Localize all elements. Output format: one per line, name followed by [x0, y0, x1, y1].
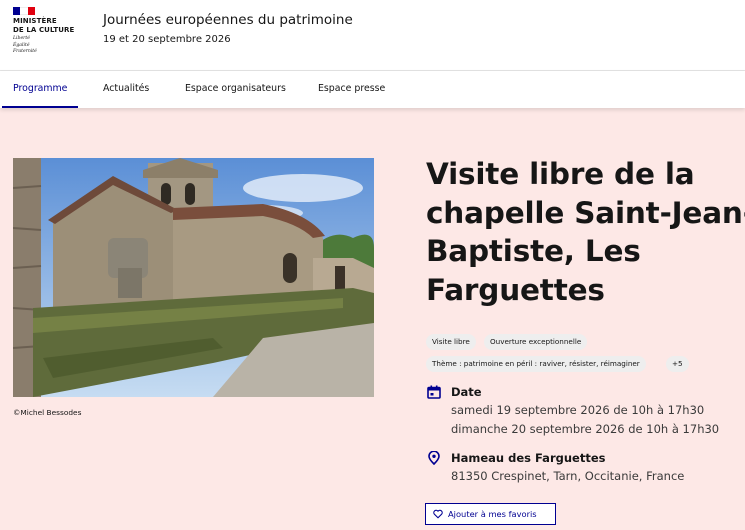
motto-line-3: Fraternité	[13, 49, 37, 54]
event-photo	[13, 158, 374, 397]
logo-line-2: DE LA CULTURE	[13, 26, 75, 34]
motto-line-1: Liberté	[13, 36, 30, 41]
site-header: MINISTÈRE DE LA CULTURE Liberté Égalité …	[0, 0, 745, 71]
tag-visite-libre[interactable]: Visite libre	[426, 334, 476, 350]
site-title[interactable]: Journées européennes du patrimoine	[103, 12, 353, 28]
calendar-icon	[427, 385, 441, 399]
ministry-logo[interactable]: MINISTÈRE DE LA CULTURE Liberté Égalité …	[13, 7, 85, 55]
tag-more[interactable]: +5	[666, 356, 689, 372]
motto-line-2: Égalité	[13, 42, 30, 48]
place-address: 81350 Crespinet, Tarn, Occitanie, France	[451, 469, 685, 483]
nav-item-programme[interactable]: Programme	[2, 71, 79, 108]
nav-item-espace-presse[interactable]: Espace presse	[318, 71, 385, 108]
nav-item-actualites[interactable]: Actualités	[103, 71, 149, 108]
place-name: Hameau des Farguettes	[451, 451, 606, 465]
event-title: Visite libre de la chapelle Saint-Jean-B…	[426, 157, 745, 307]
date-line-1: samedi 19 septembre 2026 de 10h à 17h30	[451, 403, 705, 417]
main-nav: Programme Actualités Espace organisateur…	[0, 71, 745, 108]
add-to-favorites-button[interactable]: Ajouter à mes favoris	[425, 503, 556, 525]
nav-item-espace-organisateurs[interactable]: Espace organisateurs	[185, 71, 286, 108]
heart-icon	[433, 509, 443, 519]
map-pin-icon	[428, 451, 440, 465]
tag-ouverture-exceptionnelle[interactable]: Ouverture exceptionnelle	[484, 334, 588, 350]
site-subtitle: 19 et 20 septembre 2026	[103, 34, 231, 45]
add-to-favorites-label: Ajouter à mes favoris	[448, 509, 537, 519]
date-line-2: dimanche 20 septembre 2026 de 10h à 17h3…	[451, 422, 720, 436]
date-label: Date	[451, 385, 482, 399]
photo-credit: ©Michel Bessodes	[13, 408, 82, 417]
tag-theme[interactable]: Thème : patrimoine en péril : raviver, r…	[426, 356, 646, 372]
logo-line-1: MINISTÈRE	[13, 17, 57, 25]
french-flag-icon	[13, 7, 35, 15]
